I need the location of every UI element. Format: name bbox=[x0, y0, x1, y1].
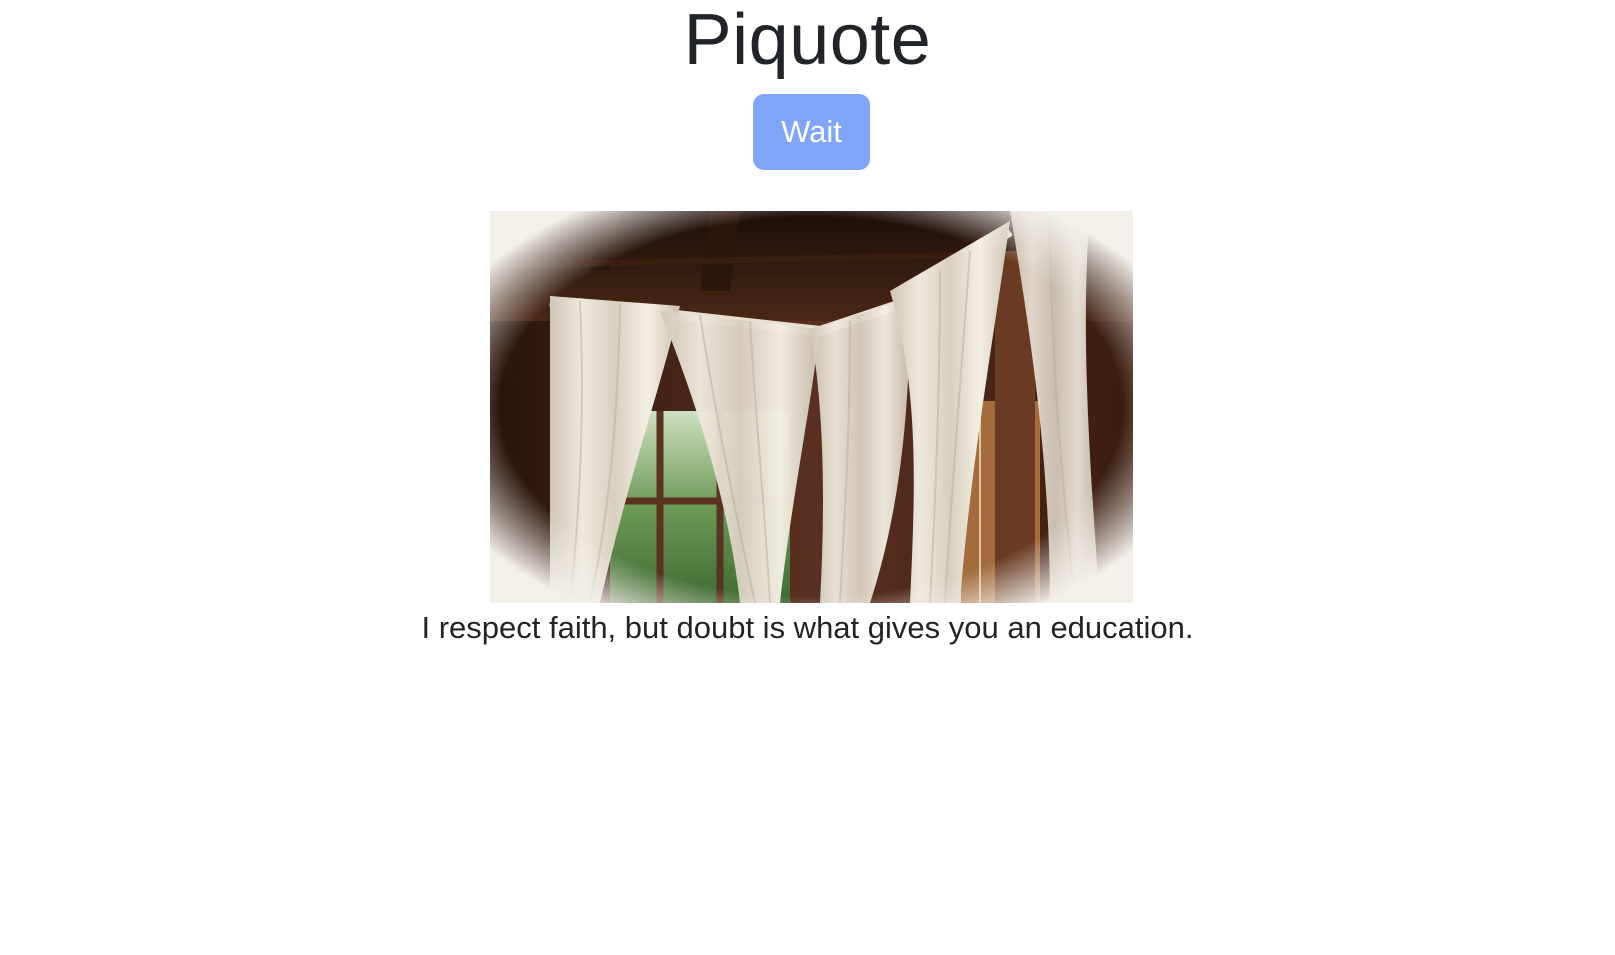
quote-image bbox=[490, 211, 1133, 603]
wait-button[interactable]: Wait bbox=[753, 94, 870, 170]
quote-text: I respect faith, but doubt is what gives… bbox=[421, 610, 1194, 645]
app-title: Piquote bbox=[683, 0, 932, 80]
curtain-window-photo bbox=[490, 211, 1133, 603]
page: Piquote Wait I respect faith, but doubt … bbox=[0, 0, 1615, 955]
